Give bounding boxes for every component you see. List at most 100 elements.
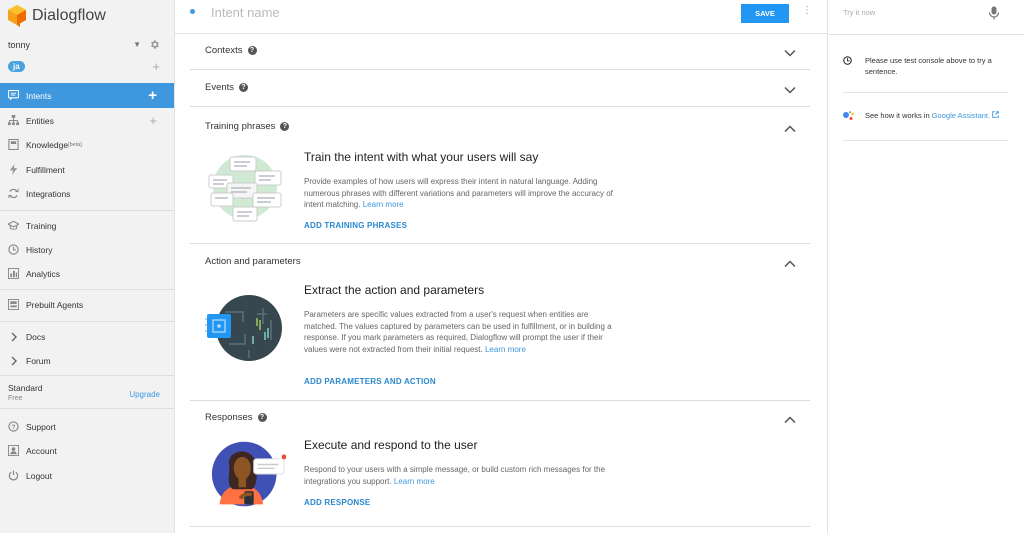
agent-selector[interactable]: tonny ▼ bbox=[8, 39, 160, 50]
sidebar-item-label: Integrations bbox=[26, 188, 71, 199]
section-header[interactable]: Responses ? bbox=[205, 412, 267, 423]
sidebar-item-label: Docs bbox=[26, 331, 46, 342]
responses-content: Execute and respond to the user Respond … bbox=[304, 438, 614, 487]
sidebar-item-training[interactable]: Training bbox=[0, 213, 174, 238]
more-vert-icon[interactable]: ⋮ bbox=[802, 6, 812, 16]
training-phrases-content: Train the intent with what your users wi… bbox=[304, 150, 614, 211]
sidebar-item-support[interactable]: ? Support bbox=[0, 414, 174, 439]
lightning-icon bbox=[8, 164, 19, 175]
save-button[interactable]: SAVE bbox=[741, 4, 789, 23]
add-training-phrases-button[interactable]: ADD TRAINING PHRASES bbox=[304, 221, 407, 230]
dialogflow-logo-icon bbox=[8, 5, 26, 27]
sidebar-item-account[interactable]: Account bbox=[0, 438, 174, 463]
upgrade-link[interactable]: Upgrade bbox=[129, 390, 160, 399]
sidebar-item-fulfillment[interactable]: Fulfillment bbox=[0, 157, 174, 182]
section-title: Action and parameters bbox=[205, 256, 301, 267]
sidebar: Dialogflow tonny ▼ ja + Intents + Entiti… bbox=[0, 0, 175, 533]
sidebar-item-prebuilt-agents[interactable]: Prebuilt Agents bbox=[0, 292, 174, 317]
google-assistant-icon bbox=[843, 111, 854, 120]
assistant-text: See how it works in Google Assistant. bbox=[843, 110, 1010, 121]
google-assistant-row: See how it works in Google Assistant. bbox=[843, 110, 1010, 121]
graduation-cap-icon bbox=[8, 220, 19, 231]
events-section[interactable]: Events ? bbox=[190, 70, 810, 107]
responses-body: Respond to your users with a simple mess… bbox=[304, 465, 606, 486]
training-phrases-illustration bbox=[208, 155, 282, 222]
chevron-up-icon[interactable] bbox=[784, 414, 796, 426]
sidebar-divider bbox=[0, 210, 174, 211]
notice-text: Please use test console above to try a s… bbox=[865, 56, 992, 76]
sidebar-item-intents[interactable]: Intents + bbox=[0, 83, 174, 108]
section-title: Training phrases bbox=[205, 121, 276, 132]
help-icon[interactable]: ? bbox=[257, 413, 267, 422]
account-icon bbox=[8, 445, 19, 456]
sidebar-item-label: Intents bbox=[26, 90, 52, 101]
help-icon[interactable]: ? bbox=[247, 46, 257, 55]
book-icon bbox=[8, 139, 19, 150]
responses-section: Responses ? Execute and respond to the u… bbox=[190, 401, 810, 527]
external-link-icon[interactable] bbox=[992, 111, 999, 118]
intent-editor: Contexts ? Events ? Training phrases ? T… bbox=[175, 34, 827, 533]
responses-illustration bbox=[211, 441, 286, 507]
try-it-now-input[interactable] bbox=[843, 8, 983, 17]
sidebar-item-analytics[interactable]: Analytics bbox=[0, 261, 174, 286]
action-description: Parameters are specific values extracted… bbox=[304, 309, 614, 355]
chevron-up-icon[interactable] bbox=[784, 258, 796, 270]
sync-icon bbox=[8, 188, 19, 199]
sidebar-item-knowledge[interactable]: Knowledge [beta] bbox=[0, 132, 174, 157]
language-chip[interactable]: ja bbox=[8, 61, 25, 72]
sidebar-item-entities[interactable]: Entities + bbox=[0, 108, 174, 133]
section-header: Contexts ? bbox=[205, 45, 257, 56]
section-title: Events bbox=[205, 82, 235, 93]
chevron-up-icon[interactable] bbox=[784, 123, 796, 135]
app-logo[interactable]: Dialogflow bbox=[8, 4, 106, 28]
hierarchy-icon bbox=[8, 115, 19, 126]
help-icon[interactable]: ? bbox=[280, 122, 290, 131]
sidebar-item-forum[interactable]: Forum bbox=[0, 348, 174, 373]
section-header[interactable]: Action and parameters bbox=[205, 256, 301, 267]
sidebar-item-label: Knowledge bbox=[26, 139, 69, 150]
training-heading: Train the intent with what your users wi… bbox=[304, 150, 539, 164]
panel-divider bbox=[843, 92, 1008, 93]
sidebar-item-label: Entities bbox=[26, 115, 54, 126]
sidebar-item-label: Prebuilt Agents bbox=[26, 299, 84, 310]
sidebar-item-logout[interactable]: Logout bbox=[0, 463, 174, 488]
sidebar-item-docs[interactable]: Docs bbox=[0, 324, 174, 349]
clock-icon bbox=[843, 56, 852, 65]
google-assistant-link[interactable]: Google Assistant. bbox=[932, 111, 990, 120]
caret-down-icon[interactable]: ▼ bbox=[133, 40, 141, 49]
section-header[interactable]: Training phrases ? bbox=[205, 121, 290, 132]
microphone-icon[interactable] bbox=[988, 6, 1000, 20]
add-response-button[interactable]: ADD RESPONSE bbox=[304, 498, 370, 507]
intent-name-input[interactable] bbox=[211, 5, 511, 20]
test-console: Please use test console above to try a s… bbox=[827, 0, 1024, 533]
responses-description: Respond to your users with a simple mess… bbox=[304, 464, 614, 487]
section-title: Contexts bbox=[205, 45, 243, 56]
learn-more-link[interactable]: Learn more bbox=[394, 477, 435, 486]
training-phrases-section: Training phrases ? Train the intent with… bbox=[190, 107, 810, 244]
training-body: Provide examples of how users will expre… bbox=[304, 177, 613, 209]
help-icon[interactable]: ? bbox=[239, 83, 249, 92]
gear-icon[interactable] bbox=[149, 39, 160, 50]
action-body: Parameters are specific values extracted… bbox=[304, 310, 612, 354]
chevron-down-icon[interactable] bbox=[784, 47, 796, 59]
sidebar-item-history[interactable]: History bbox=[0, 237, 174, 262]
sidebar-item-label: Forum bbox=[26, 355, 51, 366]
sidebar-item-label: Support bbox=[26, 421, 56, 432]
add-language-icon[interactable]: + bbox=[152, 60, 160, 73]
chat-icon bbox=[8, 90, 19, 101]
agents-icon bbox=[8, 299, 19, 310]
action-parameters-illustration bbox=[205, 295, 282, 361]
panel-divider bbox=[843, 140, 1008, 141]
section-title: Responses bbox=[205, 412, 253, 423]
add-intent-icon[interactable]: + bbox=[148, 87, 157, 104]
chevron-down-icon[interactable] bbox=[784, 84, 796, 96]
sidebar-item-integrations[interactable]: Integrations bbox=[0, 181, 174, 206]
priority-dot[interactable] bbox=[190, 9, 195, 14]
contexts-section[interactable]: Contexts ? bbox=[190, 34, 810, 70]
language-row: ja + bbox=[8, 60, 160, 73]
section-header: Events ? bbox=[205, 82, 249, 93]
add-parameters-action-button[interactable]: ADD PARAMETERS AND ACTION bbox=[304, 377, 436, 386]
learn-more-link[interactable]: Learn more bbox=[363, 200, 404, 209]
learn-more-link[interactable]: Learn more bbox=[485, 345, 526, 354]
add-entity-icon[interactable]: + bbox=[149, 113, 157, 128]
